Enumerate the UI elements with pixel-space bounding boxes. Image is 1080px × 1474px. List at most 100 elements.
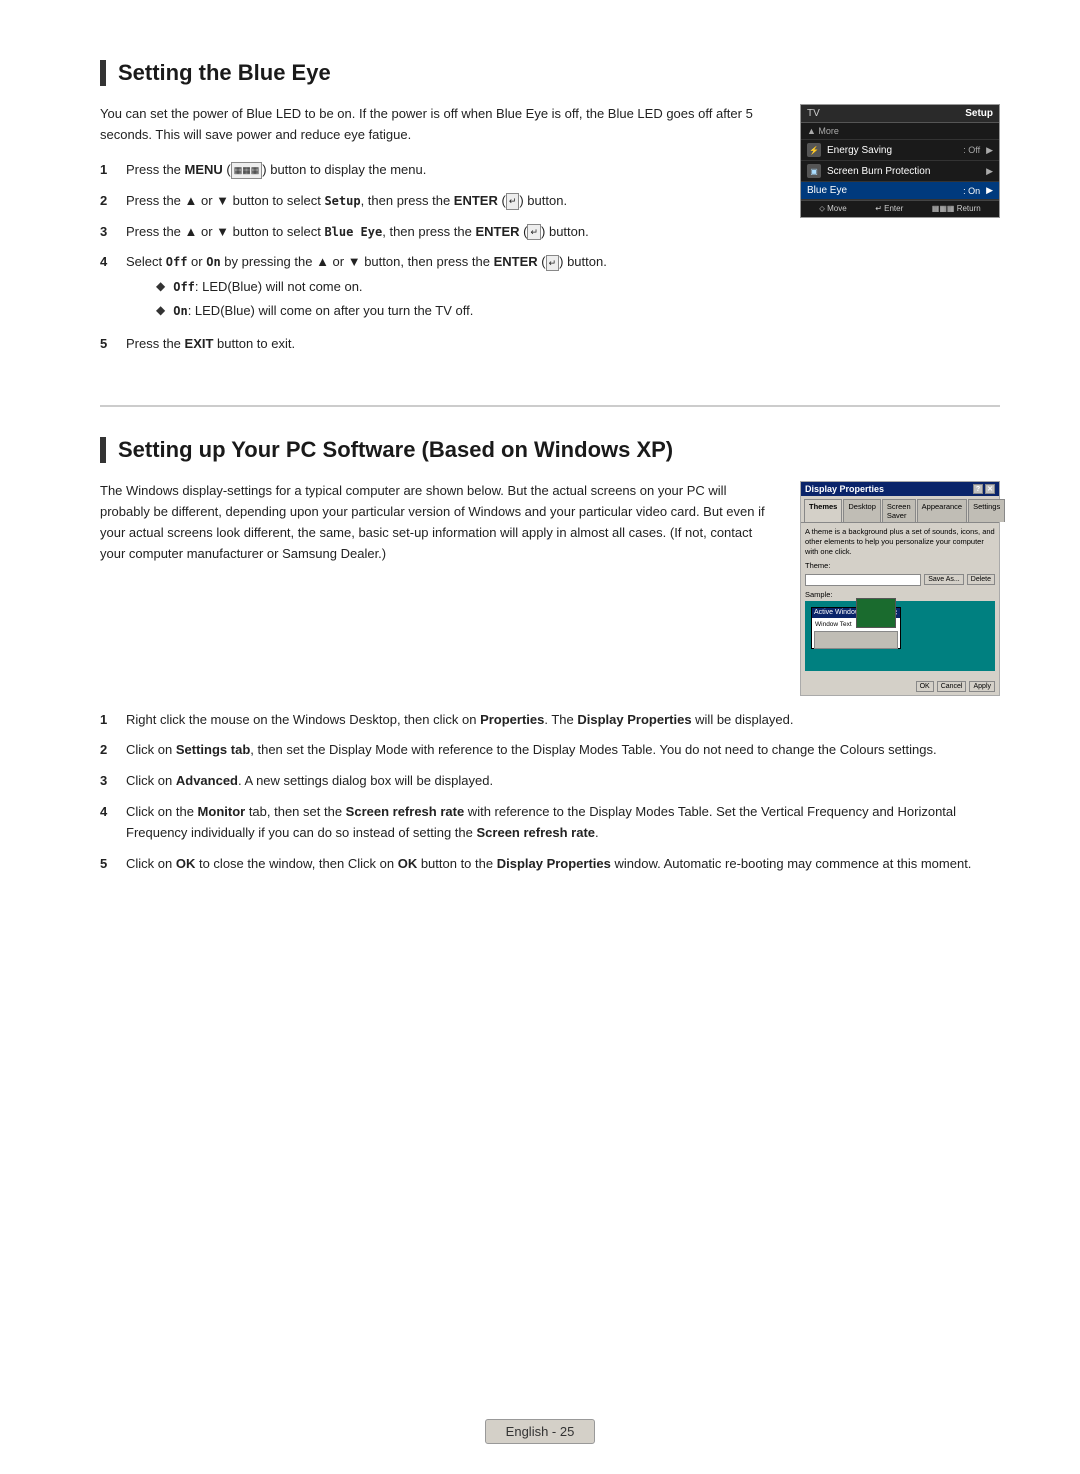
dp-tab-desktop[interactable]: Desktop (843, 499, 881, 522)
energy-label: Energy Saving (827, 145, 957, 156)
step-num: 1 (100, 710, 116, 731)
dp-delete-btn[interactable]: Delete (967, 574, 995, 585)
dp-tabs: Themes Desktop Screen Saver Appearance S… (801, 496, 999, 522)
dp-cancel-btn[interactable]: Cancel (937, 681, 967, 692)
step-content: Press the ▲ or ▼ button to select Blue E… (126, 222, 776, 243)
step-num: 4 (100, 802, 116, 844)
dp-description: A theme is a background plus a set of so… (805, 527, 995, 556)
dp-tab-screensaver[interactable]: Screen Saver (882, 499, 916, 522)
step-num: 3 (100, 771, 116, 792)
step-num: 5 (100, 334, 116, 355)
step-item: 1 Right click the mouse on the Windows D… (100, 710, 1000, 731)
step-item: 2 Click on Settings tab, then set the Di… (100, 740, 1000, 761)
display-properties-dialog: Display Properties ? ✕ Themes Desktop Sc… (800, 481, 1000, 695)
section2-steps: 1 Right click the mouse on the Windows D… (100, 710, 1000, 875)
dp-sample-area: Active Window _ □ ✕ Window Text (805, 601, 995, 671)
display-props-image: Display Properties ? ✕ Themes Desktop Sc… (800, 481, 1000, 695)
section2-title: Setting up Your PC Software (Based on Wi… (100, 437, 1000, 463)
bullet-icon: ◆ (156, 277, 165, 297)
burn-label: Screen Burn Protection (827, 166, 980, 177)
dp-titlebar: Display Properties ? ✕ (801, 482, 999, 496)
blue-eye-value: : On (963, 186, 980, 196)
dp-content: A theme is a background plus a set of so… (801, 522, 999, 678)
dp-theme-input-row: Save As... Delete (805, 574, 995, 586)
tv-menu-header: TV Setup (801, 105, 999, 123)
dp-save-as-btn[interactable]: Save As... (924, 574, 964, 585)
setup-label: Setup (965, 108, 993, 119)
more-label: ▲ More (807, 126, 993, 136)
step-item: 2 Press the ▲ or ▼ button to select Setu… (100, 191, 776, 212)
dp-title: Display Properties (805, 484, 884, 494)
dp-sample-label: Sample: (805, 590, 995, 599)
step-item: 1 Press the MENU (▦▦▦) button to display… (100, 160, 776, 181)
step-num: 1 (100, 160, 116, 181)
footer-return: ▦▦▦ Return (932, 204, 981, 214)
tv-menu: TV Setup ▲ More ⚡ Energy Saving : Off ▶ … (800, 104, 1000, 218)
step-content: Click on OK to close the window, then Cl… (126, 854, 1000, 875)
bullet-icon: ◆ (156, 301, 165, 321)
tv-menu-footer: ⬦ Move ↵ Enter ▦▦▦ Return (801, 200, 999, 217)
dp-help-btn[interactable]: ? (973, 484, 983, 494)
dp-theme-input[interactable] (805, 574, 921, 586)
step-content: Press the MENU (▦▦▦) button to display t… (126, 160, 776, 181)
dp-ok-btn[interactable]: OK (916, 681, 934, 692)
footer-enter: ↵ Enter (875, 204, 903, 214)
step-content: Press the EXIT button to exit. (126, 334, 776, 355)
dp-theme-row: Theme: (805, 561, 995, 570)
section-blue-eye: Setting the Blue Eye You can set the pow… (100, 60, 1000, 365)
tv-menu-more-row: ▲ More (801, 123, 999, 140)
dp-window-content: Window Text (812, 618, 900, 648)
step-content: Click on Settings tab, then set the Disp… (126, 740, 1000, 761)
section1-steps: 1 Press the MENU (▦▦▦) button to display… (100, 160, 776, 355)
step-content: Click on Advanced. A new settings dialog… (126, 771, 1000, 792)
dp-tab-appearance[interactable]: Appearance (917, 499, 967, 522)
bullet-item: ◆ On: LED(Blue) will come on after you t… (156, 301, 776, 321)
tv-menu-row-blue-eye: Blue Eye : On ▶ (801, 182, 999, 200)
dp-tab-themes[interactable]: Themes (804, 499, 842, 522)
section2-intro: The Windows display-settings for a typic… (100, 481, 776, 564)
section-pc-software: Setting up Your PC Software (Based on Wi… (100, 437, 1000, 874)
step-item: 5 Press the EXIT button to exit. (100, 334, 776, 355)
step-content: Press the ▲ or ▼ button to select Setup,… (126, 191, 776, 212)
bullet-text: Off: LED(Blue) will not come on. (173, 277, 362, 297)
bullet-text: On: LED(Blue) will come on after you tur… (173, 301, 473, 321)
step-num: 4 (100, 252, 116, 324)
footer-label: English - 25 (506, 1424, 575, 1439)
page-footer: English - 25 (0, 1419, 1080, 1444)
step-num: 3 (100, 222, 116, 243)
burn-arrow: ▶ (986, 166, 993, 177)
section-divider (100, 405, 1000, 407)
step-item: 3 Click on Advanced. A new settings dial… (100, 771, 1000, 792)
dp-apply-btn[interactable]: Apply (969, 681, 995, 692)
footer-move: ⬦ Move (819, 204, 846, 214)
energy-icon: ⚡ (807, 143, 821, 157)
step-item: 4 Click on the Monitor tab, then set the… (100, 802, 1000, 844)
step-num: 5 (100, 854, 116, 875)
step-content: Click on the Monitor tab, then set the S… (126, 802, 1000, 844)
step-item: 4 Select Off or On by pressing the ▲ or … (100, 252, 776, 324)
step-content: Select Off or On by pressing the ▲ or ▼ … (126, 252, 776, 324)
tv-label: TV (807, 108, 820, 119)
dp-active-window: Active Window _ □ ✕ Window Text (811, 607, 901, 649)
dp-landscape (856, 598, 896, 628)
tv-menu-row-energy: ⚡ Energy Saving : Off ▶ (801, 140, 999, 161)
footer-badge: English - 25 (485, 1419, 596, 1444)
dp-bottom-buttons: OK Cancel Apply (801, 679, 999, 695)
bullet-list: ◆ Off: LED(Blue) will not come on. ◆ On:… (156, 277, 776, 320)
dp-tab-settings[interactable]: Settings (968, 499, 1005, 522)
step-content: Right click the mouse on the Windows Des… (126, 710, 1000, 731)
burn-icon: ▣ (807, 164, 821, 178)
section1-title: Setting the Blue Eye (100, 60, 1000, 86)
bullet-item: ◆ Off: LED(Blue) will not come on. (156, 277, 776, 297)
blue-eye-arrow: ▶ (986, 185, 993, 196)
energy-value: : Off (963, 145, 980, 155)
tv-menu-row-burn: ▣ Screen Burn Protection ▶ (801, 161, 999, 182)
dp-close-btn[interactable]: ✕ (985, 484, 995, 494)
step-num: 2 (100, 191, 116, 212)
dp-theme-label: Theme: (805, 561, 830, 570)
step-item: 3 Press the ▲ or ▼ button to select Blue… (100, 222, 776, 243)
energy-arrow: ▶ (986, 145, 993, 156)
step-item: 5 Click on OK to close the window, then … (100, 854, 1000, 875)
step-num: 2 (100, 740, 116, 761)
tv-menu-image: TV Setup ▲ More ⚡ Energy Saving : Off ▶ … (800, 104, 1000, 365)
